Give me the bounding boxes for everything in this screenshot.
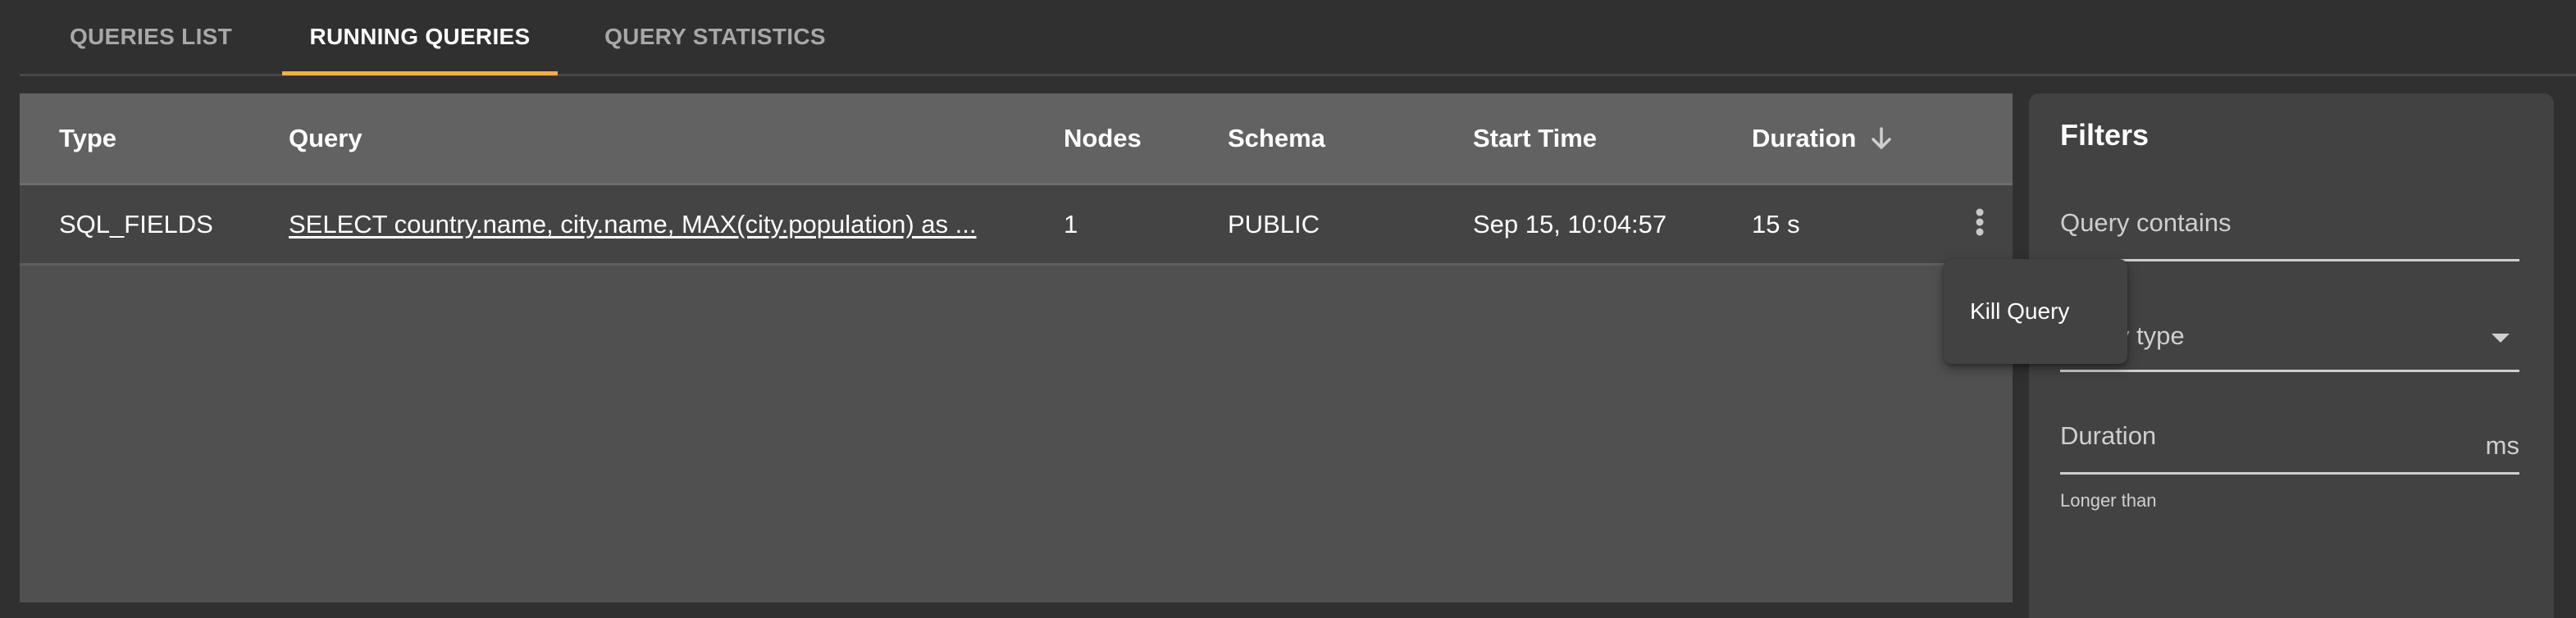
column-header-duration[interactable]: Duration bbox=[1752, 93, 1892, 183]
duration-hint: Longer than bbox=[2060, 490, 2157, 511]
cell-query: SELECT country.name, city.name, MAX(city… bbox=[289, 185, 976, 263]
query-contains-field[interactable]: Query contains bbox=[2060, 208, 2519, 274]
tab-label: QUERIES LIST bbox=[69, 24, 233, 49]
column-header-duration-label: Duration bbox=[1752, 123, 1857, 152]
field-underline bbox=[2060, 472, 2519, 475]
query-link[interactable]: SELECT country.name, city.name, MAX(city… bbox=[289, 210, 976, 239]
tab-queries-list[interactable]: QUERIES LIST bbox=[20, 0, 282, 74]
cell-type: SQL_FIELDS bbox=[59, 209, 213, 239]
tab-bar: QUERIES LIST RUNNING QUERIES QUERY STATI… bbox=[20, 0, 2576, 76]
filters-title: Filters bbox=[2060, 118, 2150, 152]
column-header-nodes[interactable]: Nodes bbox=[1064, 93, 1142, 183]
field-underline bbox=[2060, 259, 2519, 261]
cell-duration: 15 s bbox=[1752, 209, 1800, 239]
active-tab-indicator bbox=[282, 71, 558, 75]
cell-nodes: 1 bbox=[1064, 209, 1078, 239]
column-header-schema[interactable]: Schema bbox=[1228, 93, 1325, 183]
tab-query-statistics[interactable]: QUERY STATISTICS bbox=[558, 0, 873, 74]
arrow-down-icon[interactable] bbox=[1871, 126, 1892, 150]
cell-schema: PUBLIC bbox=[1228, 209, 1320, 239]
running-queries-table: Type Query Nodes Schema Start Time Durat… bbox=[20, 93, 2013, 602]
row-actions-menu: Kill Query bbox=[1944, 259, 2127, 364]
more-vert-icon bbox=[1975, 208, 1985, 240]
row-actions-button[interactable] bbox=[1963, 185, 1996, 263]
tab-running-queries[interactable]: RUNNING QUERIES bbox=[282, 0, 558, 75]
duration-field[interactable]: Duration ms Longer than bbox=[2060, 421, 2519, 536]
tab-label: RUNNING QUERIES bbox=[309, 24, 531, 49]
duration-label: Duration bbox=[2060, 421, 2157, 450]
duration-unit: ms bbox=[2485, 431, 2519, 460]
tab-label: QUERY STATISTICS bbox=[604, 24, 826, 49]
column-header-type[interactable]: Type bbox=[59, 93, 116, 183]
column-header-start-time[interactable]: Start Time bbox=[1473, 93, 1597, 183]
field-underline bbox=[2060, 370, 2519, 372]
kill-query-menu-item[interactable]: Kill Query bbox=[1944, 259, 2127, 364]
column-header-query[interactable]: Query bbox=[289, 93, 362, 183]
dropdown-arrow-icon[interactable] bbox=[2492, 333, 2510, 348]
table-row[interactable]: SQL_FIELDS SELECT country.name, city.nam… bbox=[20, 185, 2013, 266]
cell-start-time: Sep 15, 10:04:57 bbox=[1473, 209, 1667, 239]
table-header: Type Query Nodes Schema Start Time Durat… bbox=[20, 93, 2013, 185]
query-contains-label: Query contains bbox=[2060, 208, 2232, 237]
query-type-select[interactable]: Query type bbox=[2060, 315, 2519, 389]
